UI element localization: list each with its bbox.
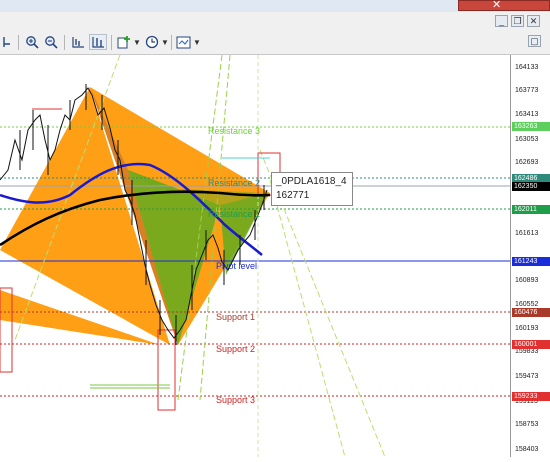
- chart-bar-icon[interactable]: [69, 34, 86, 50]
- axis-tick: 164133: [515, 64, 539, 71]
- resistance-1-label: Resistance 1: [208, 209, 261, 219]
- price-chart[interactable]: Resistance 3 Resistance 2 Resistance 1 P…: [0, 54, 550, 458]
- chart-toolbar: ▼ ▼ ▼ ▢: [0, 30, 550, 55]
- axis-tick: 163773: [515, 87, 539, 94]
- template-icon[interactable]: [175, 34, 191, 50]
- axis-tick: 159833: [515, 348, 539, 355]
- axis-tick: 159473: [515, 373, 539, 380]
- chart-canvas: [0, 54, 510, 458]
- toolbar-separator: [18, 35, 19, 50]
- resistance-2-label: Resistance 2: [208, 178, 261, 188]
- price-tag-resistance-3: 163263: [512, 122, 550, 131]
- axis-tick: 158753: [515, 421, 539, 428]
- panel-restore-button[interactable]: ▢: [528, 35, 541, 47]
- support-3-label: Support 3: [216, 395, 256, 405]
- zoom-out-icon[interactable]: [43, 34, 59, 50]
- close-icon: ✕: [492, 0, 502, 11]
- restore-button[interactable]: ❐: [511, 15, 524, 27]
- pivot-label: Pivot level: [216, 261, 258, 271]
- axis-tick: 161613: [515, 230, 539, 237]
- minimize-icon: _: [498, 16, 504, 26]
- toolbar-separator: [111, 35, 112, 50]
- axis-tick: 163053: [515, 136, 539, 143]
- axis-tick: 162693: [515, 159, 539, 166]
- chevron-down-icon[interactable]: ▼: [193, 38, 201, 47]
- chart-candle-icon[interactable]: [89, 34, 107, 50]
- minimize-button[interactable]: _: [495, 15, 508, 27]
- restore-icon: ▢: [530, 36, 539, 46]
- support-2-label: Support 2: [216, 344, 256, 354]
- object-tooltip: _0PDLA1618_4 162771: [271, 172, 353, 206]
- close-icon: ✕: [529, 16, 538, 26]
- axis-tick: 160193: [515, 325, 539, 332]
- tooltip-value: 162771: [276, 190, 310, 201]
- price-tag-support-2: 160001: [512, 340, 550, 349]
- add-indicator-icon[interactable]: [116, 34, 132, 50]
- axis-tick: 163413: [515, 111, 539, 118]
- diagonal-line: [269, 179, 346, 458]
- toolbar-separator: [64, 35, 65, 50]
- price-tag-current: 162350: [512, 182, 550, 191]
- axis-tick: 160893: [515, 277, 539, 284]
- menu-bar: _ ❐ ✕: [0, 12, 550, 30]
- support-1-label: Support 1: [216, 312, 256, 322]
- tooltip-name: _0PDLA1618_4: [276, 176, 347, 187]
- cursor-icon[interactable]: [2, 34, 14, 50]
- restore-icon: ❐: [513, 16, 522, 26]
- price-tag-support-1: 160476: [512, 308, 550, 317]
- axis-tick: 158403: [515, 446, 539, 453]
- price-tag-support-3: 159233: [512, 392, 550, 401]
- window-close-button[interactable]: ✕: [458, 0, 550, 11]
- price-axis[interactable]: 164133 163773 163413 163053 162693 16161…: [510, 55, 550, 457]
- axis-tick: 160552: [515, 301, 539, 308]
- price-tag-pivot: 161243: [512, 257, 550, 266]
- panel-close-button[interactable]: ✕: [527, 15, 540, 27]
- chevron-down-icon[interactable]: ▼: [133, 38, 141, 47]
- toolbar-separator: [171, 35, 172, 50]
- resistance-3-label: Resistance 3: [208, 126, 261, 136]
- price-tag-resistance-1: 162011: [512, 205, 550, 214]
- chevron-down-icon[interactable]: ▼: [161, 38, 169, 47]
- clock-period-icon[interactable]: [144, 34, 160, 50]
- zoom-in-icon[interactable]: [24, 34, 40, 50]
